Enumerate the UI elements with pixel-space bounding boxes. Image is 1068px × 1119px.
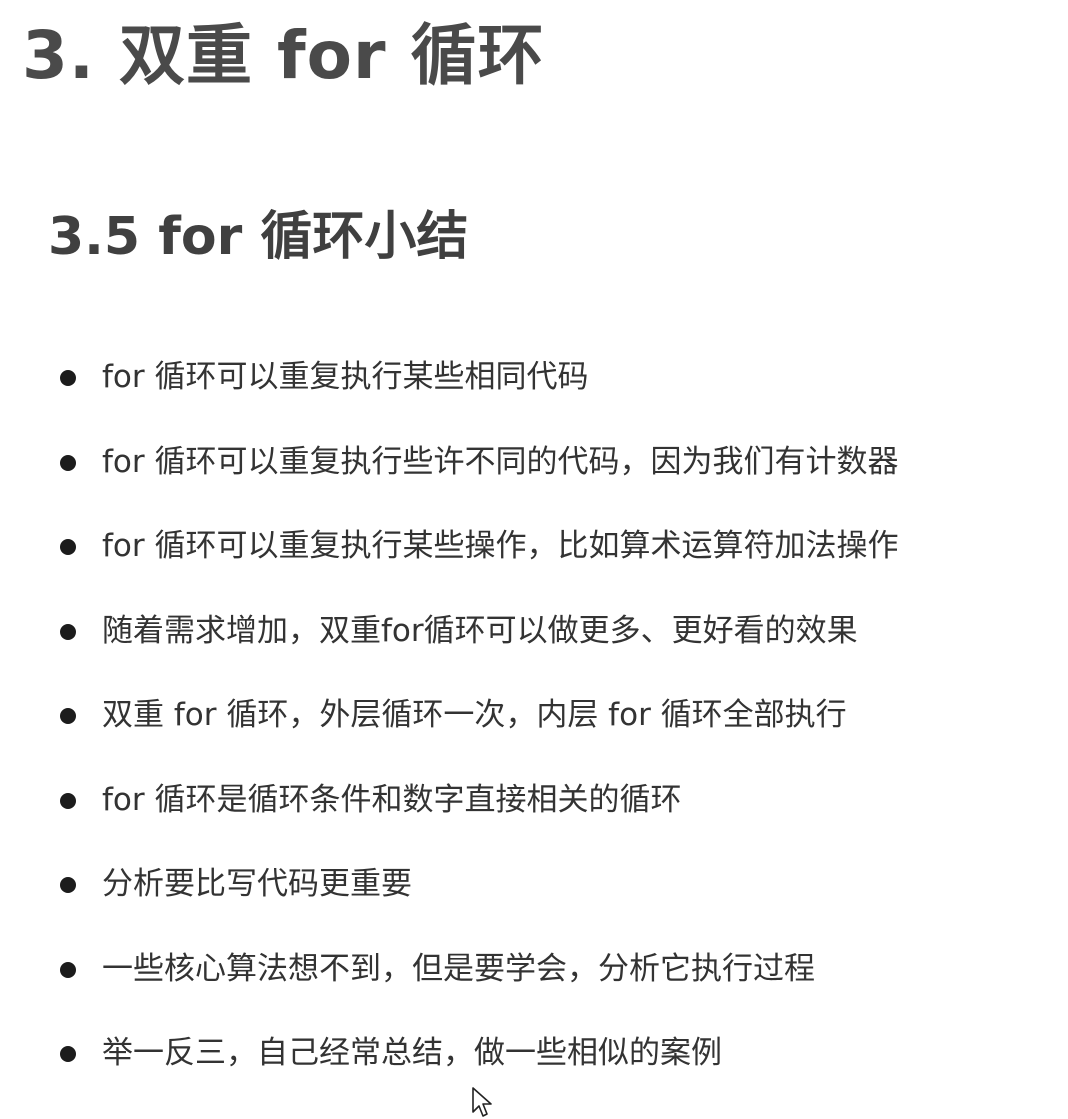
list-item: 一些核心算法想不到，但是要学会，分析它执行过程 [60,940,898,1025]
bullet-dot-icon [60,539,76,555]
bullet-dot-icon [60,1046,76,1062]
list-item: for 循环是循环条件和数字直接相关的循环 [60,771,898,856]
bullet-text: 举一反三，自己经常总结，做一些相似的案例 [102,1035,722,1071]
bullet-text: for 循环是循环条件和数字直接相关的循环 [102,781,682,818]
bullet-text: for 循环可以重复执行某些操作，比如算术运算符加法操作 [102,528,899,564]
mouse-pointer-icon [472,1087,492,1117]
bullet-dot-icon [60,370,76,386]
bullet-dot-icon [60,454,76,471]
bullet-dot-icon [60,961,76,978]
slide-page: 3. 双重 for 循环 3.5 for 循环小结 for 循环可以重复执行某些… [0,0,1068,1119]
bullet-text: for 循环可以重复执行某些相同代码 [102,359,589,395]
bullet-dot-icon [60,708,76,724]
main-title: 3. 双重 for 循环 [22,17,545,94]
bullet-text: 随着需求增加，双重for循环可以做更多、更好看的效果 [102,612,858,649]
summary-bullet-list: for 循环可以重复执行某些相同代码 for 循环可以重复执行些许不同的代码，因… [60,348,898,1109]
list-item: 双重 for 循环，外层循环一次，内层 for 循环全部执行 [60,686,898,771]
list-item: 分析要比写代码更重要 [60,855,898,940]
bullet-text: 双重 for 循环，外层循环一次，内层 for 循环全部执行 [102,697,847,733]
bullet-text: 一些核心算法想不到，但是要学会，分析它执行过程 [102,950,815,987]
list-item: for 循环可以重复执行些许不同的代码，因为我们有计数器 [60,433,898,518]
bullet-dot-icon [60,792,76,809]
list-item: 随着需求增加，双重for循环可以做更多、更好看的效果 [60,602,898,687]
bullet-dot-icon [60,877,76,893]
list-item: for 循环可以重复执行某些相同代码 [60,348,898,433]
bullet-text: 分析要比写代码更重要 [102,866,412,902]
section-title: 3.5 for 循环小结 [48,207,469,267]
bullet-dot-icon [60,623,76,640]
bullet-text: for 循环可以重复执行些许不同的代码，因为我们有计数器 [102,443,899,480]
list-item: for 循环可以重复执行某些操作，比如算术运算符加法操作 [60,517,898,602]
